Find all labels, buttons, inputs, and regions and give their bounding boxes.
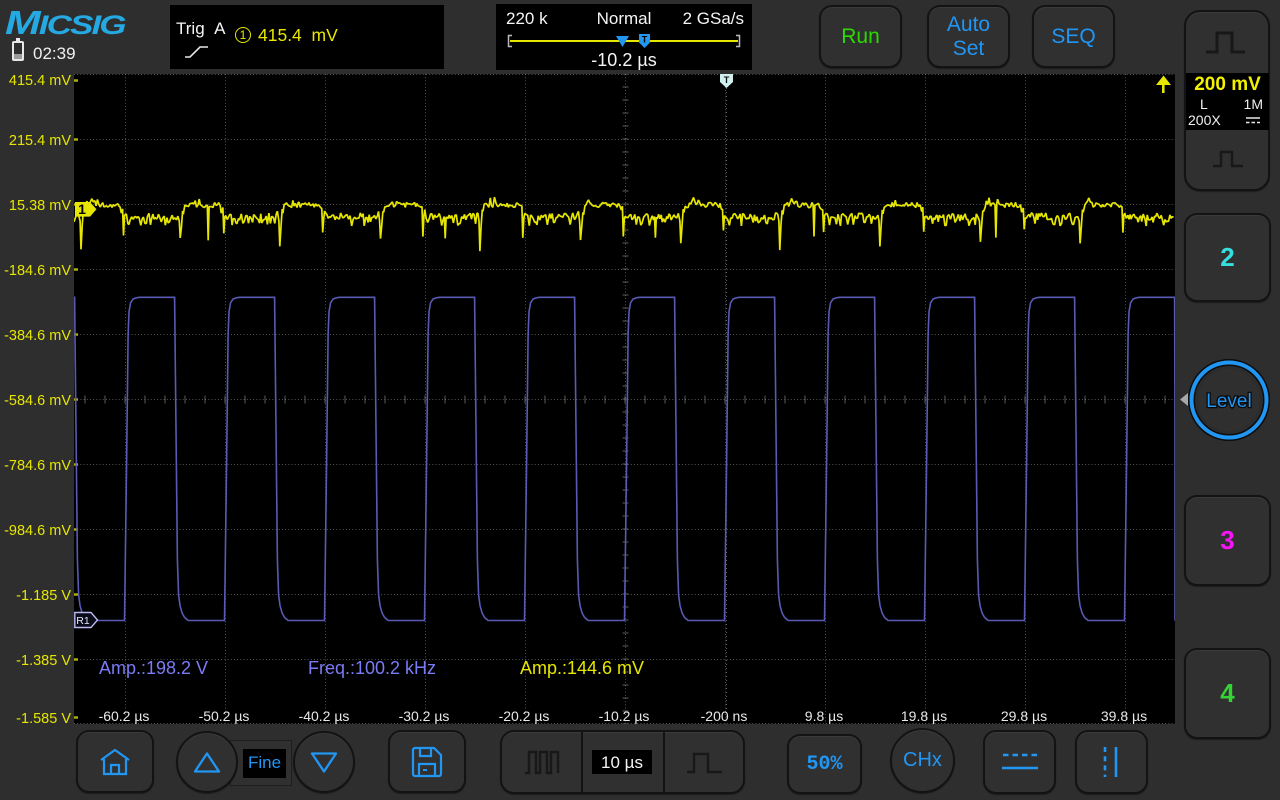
svg-text:1: 1 xyxy=(78,201,86,217)
svg-text:T: T xyxy=(724,75,730,85)
svg-text:T: T xyxy=(642,35,648,45)
svg-text:Level: Level xyxy=(1206,391,1251,412)
svg-text:R1: R1 xyxy=(76,615,90,627)
